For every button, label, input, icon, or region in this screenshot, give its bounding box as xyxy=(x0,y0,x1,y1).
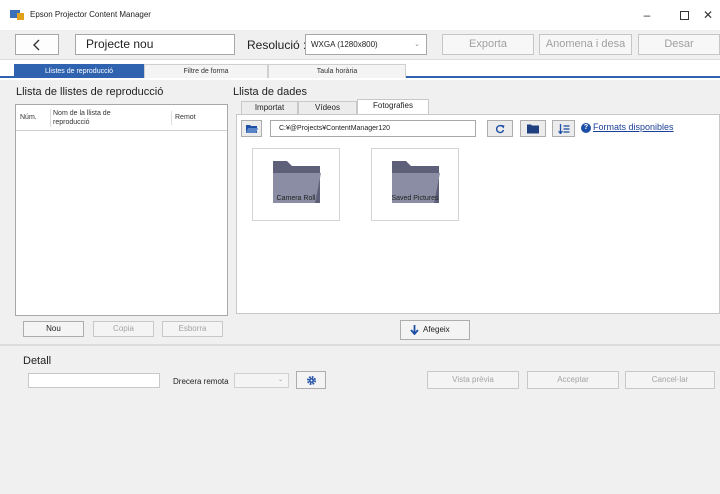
new-playlist-button[interactable]: Nou xyxy=(23,321,84,337)
sort-list-icon xyxy=(558,123,569,134)
tab-shape-filter[interactable]: Filtre de forma xyxy=(144,64,268,78)
tab-timetable[interactable]: Taula horària xyxy=(268,64,406,78)
browse-folder-button[interactable] xyxy=(241,120,262,137)
detail-heading: Detall xyxy=(23,355,52,367)
export-button[interactable]: Exporta xyxy=(442,34,534,55)
close-button[interactable]: ✕ xyxy=(696,4,720,26)
playlist-table-header: Núm. Nom de la llista de reproducció Rem… xyxy=(16,105,227,131)
detail-name-field[interactable] xyxy=(28,373,160,388)
save-as-button[interactable]: Anomena i desa xyxy=(539,34,632,55)
resolution-value: WXGA (1280x800) xyxy=(311,40,378,49)
maximize-icon xyxy=(679,11,689,21)
window-title: Epson Projector Content Manager xyxy=(30,10,151,19)
main-tabs: Llistes de reproducció Filtre de forma T… xyxy=(0,60,720,78)
minimize-button[interactable]: – xyxy=(627,4,667,26)
accept-button[interactable]: Acceptar xyxy=(527,371,619,389)
column-number[interactable]: Núm. xyxy=(20,114,37,121)
refresh-button[interactable] xyxy=(487,120,513,137)
chevron-down-icon: ⌄ xyxy=(414,41,420,48)
project-name-field[interactable]: Projecte nou xyxy=(75,34,235,55)
subtab-imported[interactable]: Importat xyxy=(241,101,298,114)
folder-open-icon xyxy=(245,124,258,133)
refresh-icon xyxy=(495,124,505,133)
resolution-label: Resolució : xyxy=(247,38,307,52)
delete-playlist-button[interactable]: Esborra xyxy=(162,321,223,337)
app-icon xyxy=(10,10,24,20)
data-list-heading: Llista de dades xyxy=(233,86,307,98)
copy-playlist-button[interactable]: Copia xyxy=(93,321,154,337)
folder-path-field[interactable]: C:¥@Projects¥ContentManager120 xyxy=(270,120,476,137)
cancel-button[interactable]: Cancel·lar xyxy=(625,371,715,389)
playlist-table[interactable]: Núm. Nom de la llista de reproducció Rem… xyxy=(15,104,228,316)
data-browser: C:¥@Projects¥ContentManager120 ? Formats… xyxy=(236,114,720,314)
column-remote[interactable]: Remot xyxy=(171,111,227,125)
arrow-down-icon xyxy=(410,325,419,335)
detail-section: Detall Drecera remota ⌄ Vista prèvia Acc… xyxy=(0,346,720,494)
data-list-pane: Llista de dades Importat Vídeos Fotograf… xyxy=(233,80,720,344)
title-bar: Epson Projector Content Manager – ✕ xyxy=(0,0,720,30)
sort-button[interactable] xyxy=(552,120,575,137)
remote-shortcut-label: Drecera remota xyxy=(173,377,229,386)
playlists-pane: Llista de llistes de reproducció Núm. No… xyxy=(0,80,233,344)
folder-item-label: Saved Pictures xyxy=(391,195,439,202)
remote-shortcut-select[interactable]: ⌄ xyxy=(234,373,289,388)
available-formats-link[interactable]: Formats disponibles xyxy=(593,122,674,132)
settings-button[interactable] xyxy=(296,371,326,389)
gear-icon xyxy=(306,375,317,386)
subtab-photos[interactable]: Fotografies xyxy=(357,99,429,114)
chevron-down-icon: ⌄ xyxy=(277,377,283,383)
save-button[interactable]: Desar xyxy=(638,34,720,55)
folder-item[interactable] xyxy=(252,148,340,221)
tab-playlists[interactable]: Llistes de reproducció xyxy=(14,64,144,78)
back-button[interactable] xyxy=(15,34,59,55)
folder-item[interactable] xyxy=(371,148,459,221)
column-playlist-name[interactable]: Nom de la llista de reproducció xyxy=(50,109,130,127)
add-button-label: Afegeix xyxy=(423,325,450,334)
subtab-videos[interactable]: Vídeos xyxy=(298,101,357,114)
new-folder-button[interactable] xyxy=(520,120,546,137)
folder-item-label: Camera Roll xyxy=(276,195,316,202)
add-button[interactable]: Afegeix xyxy=(400,320,470,340)
toolbar: Projecte nou Resolució : WXGA (1280x800)… xyxy=(0,30,720,60)
chevron-left-icon xyxy=(33,39,40,51)
folder-icon xyxy=(527,124,539,133)
preview-button[interactable]: Vista prèvia xyxy=(427,371,519,389)
resolution-select[interactable]: WXGA (1280x800) ⌄ xyxy=(305,34,427,55)
playlists-heading: Llista de llistes de reproducció xyxy=(16,86,164,98)
help-icon: ? xyxy=(581,123,591,133)
